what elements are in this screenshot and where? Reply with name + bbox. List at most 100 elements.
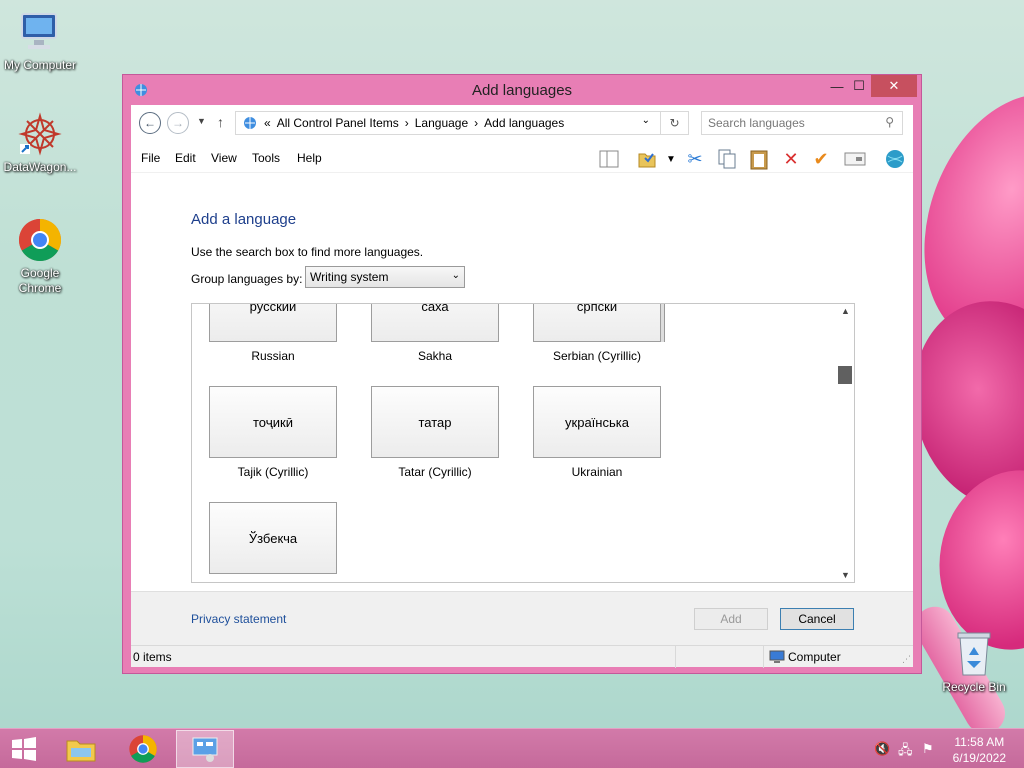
- language-native-name: српски: [576, 303, 618, 314]
- volume-muted-icon[interactable]: 🔇: [874, 741, 890, 757]
- menu-tools[interactable]: Tools: [252, 151, 280, 165]
- language-native-name: Ўзбекча: [248, 530, 298, 546]
- breadcrumb-language[interactable]: Language: [415, 116, 468, 130]
- address-dropdown-icon[interactable]: ⌄: [642, 115, 650, 126]
- control-panel-icon: [242, 115, 258, 131]
- breadcrumb-add-languages[interactable]: Add languages: [484, 116, 564, 130]
- address-bar: ← → ▼ ↑ « All Control Panel Items › Lang…: [131, 105, 913, 143]
- control-panel-taskbar-icon: [192, 737, 218, 762]
- menu-file[interactable]: File: [141, 151, 160, 165]
- computer-icon: [16, 8, 64, 56]
- page-heading: Add a language: [191, 211, 297, 228]
- windows-logo-icon: [12, 737, 36, 761]
- cut-icon[interactable]: ✂: [683, 147, 707, 171]
- forward-button[interactable]: →: [167, 112, 189, 134]
- back-button[interactable]: ←: [139, 112, 161, 134]
- clock-date: 6/19/2022: [952, 751, 1006, 765]
- scroll-up-icon[interactable]: ▲: [841, 306, 850, 316]
- desktop-icon-chrome[interactable]: Google Chrome: [0, 216, 80, 296]
- search-hint: Use the search box to find more language…: [191, 245, 424, 259]
- status-bar: 0 items Computer ⋰: [131, 645, 913, 668]
- start-button[interactable]: [0, 730, 48, 768]
- clock-time: 11:58 AM: [954, 735, 1005, 749]
- breadcrumb-all-control-panel-items[interactable]: All Control Panel Items: [277, 116, 399, 130]
- scroll-down-icon[interactable]: ▼: [841, 570, 850, 580]
- chrome-taskbar-icon: [129, 735, 157, 763]
- language-tile-sakha[interactable]: саха: [371, 304, 499, 342]
- language-native-name: українська: [565, 414, 629, 430]
- scroll-thumb[interactable]: [838, 366, 852, 384]
- add-button[interactable]: Add: [694, 608, 768, 630]
- language-tile-ukrainian[interactable]: українська: [533, 386, 661, 458]
- language-tile-tatar-cyrillic[interactable]: татар: [371, 386, 499, 458]
- properties-check-icon[interactable]: ✔: [809, 147, 833, 171]
- dialog-footer: Privacy statement Add Cancel: [131, 591, 913, 645]
- language-caption-tatar-cyrillic: Tatar (Cyrillic): [398, 465, 472, 479]
- language-native-name: тоҷикӣ: [252, 414, 294, 430]
- add-languages-window: Add languages — ☐ ✕ ← → ▼ ↑ « All Contro…: [122, 74, 922, 674]
- language-caption-russian: Russian: [251, 349, 295, 363]
- taskbar-file-explorer[interactable]: [52, 730, 110, 768]
- search-icon[interactable]: ⚲: [885, 115, 894, 129]
- title-bar[interactable]: Add languages — ☐ ✕: [123, 75, 921, 105]
- refresh-button[interactable]: ↻: [661, 111, 689, 135]
- recent-locations-icon[interactable]: ▼: [197, 116, 206, 126]
- search-box[interactable]: Search languages ⚲: [701, 111, 903, 135]
- desktop-icon-label: My Computer: [3, 58, 77, 72]
- system-clock[interactable]: 11:58 AM 6/19/2022: [953, 734, 1006, 766]
- language-tile-tajik-cyrillic[interactable]: тоҷикӣ: [209, 386, 337, 458]
- select-icon[interactable]: [843, 147, 867, 171]
- taskbar-control-panel[interactable]: [176, 730, 234, 768]
- cancel-button[interactable]: Cancel: [780, 608, 854, 630]
- recycle-bin-icon: [950, 630, 998, 678]
- group-by-label: Group languages by:: [191, 272, 303, 286]
- preview-pane-icon[interactable]: [597, 147, 621, 171]
- menu-help[interactable]: Help: [297, 151, 322, 165]
- desktop-icon-label: DataWagon...: [3, 160, 77, 174]
- status-item-count: 0 items: [133, 650, 172, 664]
- breadcrumb-separator-icon: ›: [404, 116, 409, 130]
- up-button[interactable]: ↑: [217, 114, 224, 130]
- folder-options-icon[interactable]: [635, 147, 659, 171]
- computer-status-icon: [769, 650, 785, 664]
- network-icon[interactable]: 🖧: [898, 741, 914, 757]
- chrome-icon: [16, 216, 64, 264]
- paste-icon[interactable]: [747, 147, 771, 171]
- menu-view[interactable]: View: [211, 151, 237, 165]
- group-by-select[interactable]: Writing system ⌄: [305, 266, 465, 288]
- desktop-icon-label: Recycle Bin: [942, 680, 1006, 694]
- language-native-name: татар: [418, 414, 452, 430]
- globe-icon[interactable]: [883, 147, 907, 171]
- search-placeholder: Search languages: [708, 116, 805, 130]
- datawagon-icon: [16, 110, 64, 158]
- delete-icon[interactable]: ✕: [779, 147, 803, 171]
- folder-dropdown-icon[interactable]: ▼: [659, 147, 683, 171]
- language-caption-serbian-cyrillic: Serbian (Cyrillic): [552, 349, 641, 363]
- desktop-icon-datawagon[interactable]: DataWagon...: [0, 110, 80, 175]
- address-box[interactable]: « All Control Panel Items › Language › A…: [235, 111, 661, 135]
- maximize-button[interactable]: ☐: [845, 75, 873, 97]
- language-caption-sakha: Sakha: [417, 349, 453, 363]
- copy-icon[interactable]: [715, 147, 739, 171]
- language-caption-tajik-cyrillic: Tajik (Cyrillic): [237, 465, 309, 479]
- address-overflow[interactable]: «: [264, 116, 271, 130]
- file-explorer-icon: [66, 740, 96, 762]
- menu-edit[interactable]: Edit: [175, 151, 196, 165]
- close-button[interactable]: ✕: [871, 75, 917, 97]
- main-content: Add a language Use the search box to fin…: [131, 173, 913, 591]
- taskbar-chrome[interactable]: [114, 730, 172, 768]
- status-divider: [763, 646, 764, 668]
- privacy-statement-link[interactable]: Privacy statement: [191, 612, 286, 626]
- action-center-icon[interactable]: ⚑: [922, 741, 938, 757]
- window-title: Add languages: [471, 82, 573, 99]
- resize-grip-icon[interactable]: ⋰: [902, 654, 911, 665]
- breadcrumb-separator-icon: ›: [474, 116, 479, 130]
- language-tile-uzbek-cyrillic[interactable]: Ўзбекча: [209, 502, 337, 574]
- desktop-icon-recycle-bin[interactable]: Recycle Bin: [934, 630, 1014, 695]
- language-list-scrollbar[interactable]: ▲ ▼: [837, 304, 854, 582]
- language-tile-serbian-cyrillic[interactable]: српски: [533, 303, 661, 342]
- desktop-icon-label: Google Chrome: [18, 266, 62, 295]
- desktop-icon-my-computer[interactable]: My Computer: [0, 8, 80, 73]
- language-caption-ukrainian: Ukrainian: [571, 465, 623, 479]
- language-tile-russian[interactable]: русский: [209, 304, 337, 342]
